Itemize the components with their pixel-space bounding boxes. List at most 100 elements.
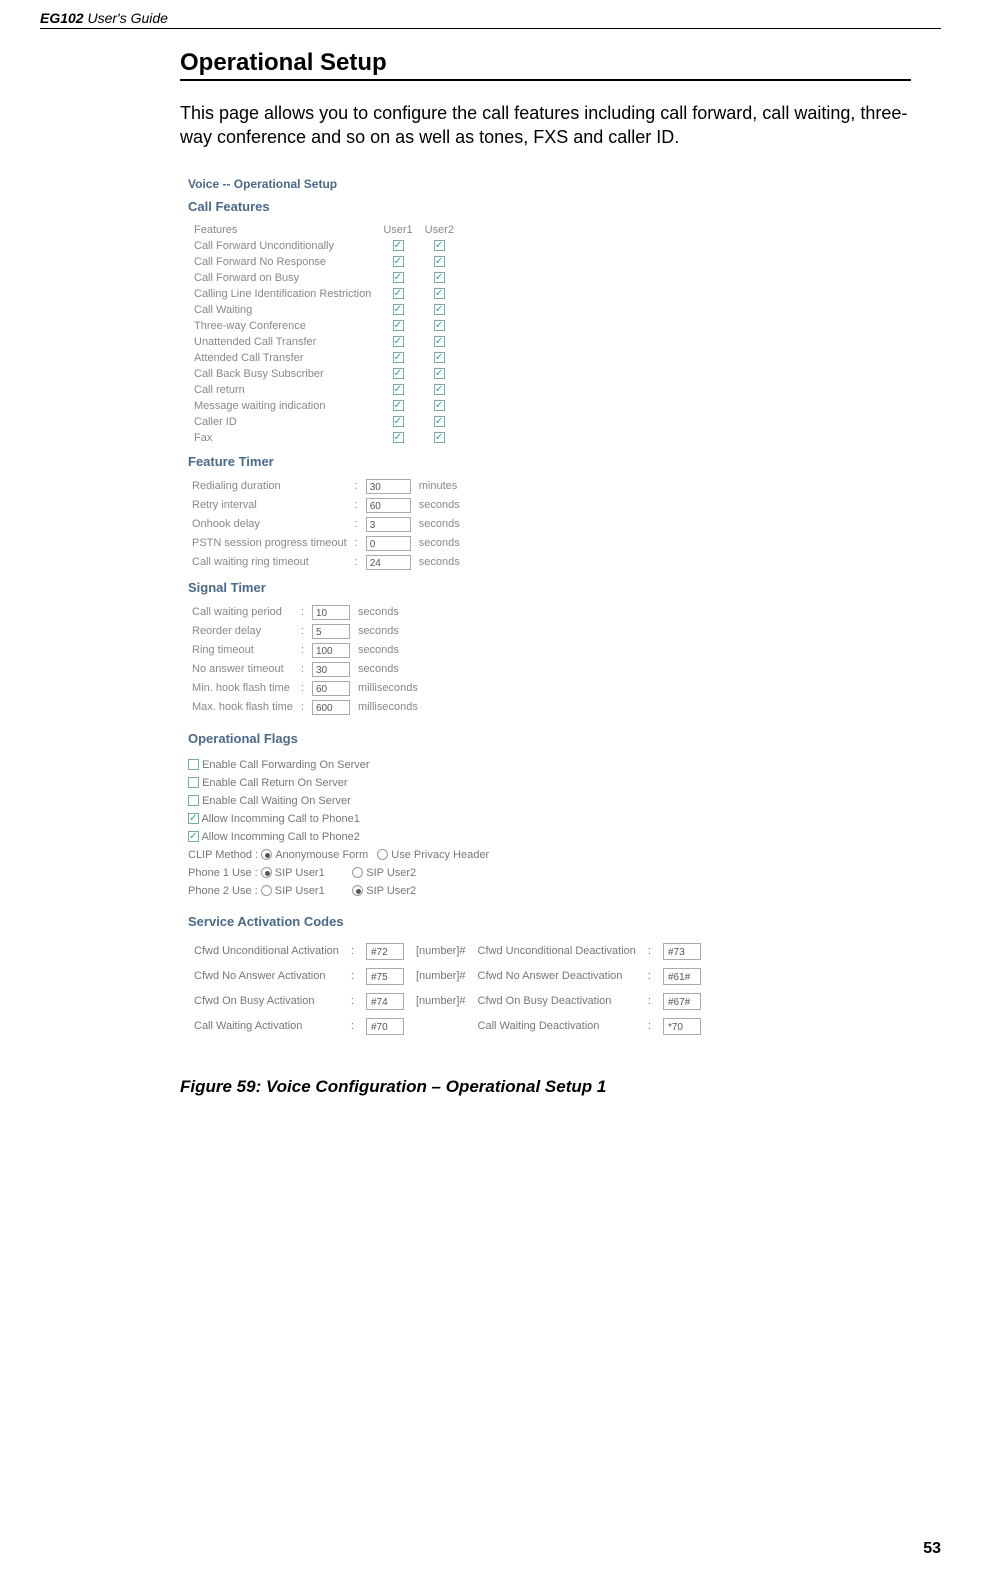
checkbox-user1[interactable]	[393, 416, 404, 427]
flag-row: Enable Call Return On Server	[188, 774, 800, 792]
phone2-label: Phone 2 Use :	[188, 885, 258, 897]
timer-label: PSTN session progress timeout	[188, 534, 351, 553]
flag-label: Enable Call Forwarding On Server	[202, 759, 370, 771]
svc-input[interactable]: #67#	[663, 993, 701, 1010]
timer-input[interactable]: 10	[312, 605, 350, 620]
colon: :	[345, 989, 360, 1014]
timer-input-cell: 5	[308, 622, 354, 641]
section-title: Operational Setup	[180, 49, 911, 81]
timer-input[interactable]: 600	[312, 700, 350, 715]
table-row: Call Forward No Response	[188, 254, 460, 270]
phone1-radio-user2[interactable]	[352, 867, 363, 878]
colon: :	[351, 477, 362, 496]
checkbox-user2[interactable]	[434, 272, 445, 283]
flag-checkbox[interactable]	[188, 759, 199, 770]
checkbox-user1[interactable]	[393, 320, 404, 331]
feature-user2-cell	[419, 366, 460, 382]
checkbox-user1[interactable]	[393, 256, 404, 267]
checkbox-user1[interactable]	[393, 336, 404, 347]
colon: :	[351, 515, 362, 534]
phone2-radio-user1[interactable]	[261, 885, 272, 896]
clip-method-row: CLIP Method : Anonymouse Form Use Privac…	[188, 846, 800, 864]
checkbox-user1[interactable]	[393, 432, 404, 443]
feature-label: Call Forward Unconditionally	[188, 238, 377, 254]
features-col-label: Features	[188, 222, 377, 238]
svc-input-cell: #61#	[657, 964, 707, 989]
svc-input[interactable]: #74	[366, 993, 404, 1010]
feature-user2-cell	[419, 254, 460, 270]
timer-input[interactable]: 30	[312, 662, 350, 677]
feature-label: Call Forward on Busy	[188, 270, 377, 286]
feature-user1-cell	[377, 286, 418, 302]
timer-input-cell: 3	[362, 515, 415, 534]
checkbox-user1[interactable]	[393, 400, 404, 411]
feature-label: Call Forward No Response	[188, 254, 377, 270]
svc-label-1: Cfwd On Busy Activation	[188, 989, 345, 1014]
timer-input[interactable]: 24	[366, 555, 411, 570]
clip-radio-anonymous[interactable]	[261, 849, 272, 860]
svc-input[interactable]: *70	[663, 1018, 701, 1035]
svc-input-cell: #73	[657, 939, 707, 964]
timer-input[interactable]: 3	[366, 517, 411, 532]
timer-input[interactable]: 60	[312, 681, 350, 696]
checkbox-user1[interactable]	[393, 352, 404, 363]
flag-checkbox[interactable]	[188, 777, 199, 788]
checkbox-user2[interactable]	[434, 416, 445, 427]
timer-input-cell: 60	[362, 496, 415, 515]
svc-input[interactable]: #61#	[663, 968, 701, 985]
table-row: Reorder delay:5seconds	[188, 622, 422, 641]
flag-row: Allow Incomming Call to Phone2	[188, 828, 800, 846]
svc-input[interactable]: #73	[663, 943, 701, 960]
flag-checkbox[interactable]	[188, 831, 199, 842]
feature-timer-table: Redialing duration:30minutesRetry interv…	[188, 477, 464, 572]
timer-label: No answer timeout	[188, 660, 297, 679]
colon: :	[297, 679, 308, 698]
checkbox-user1[interactable]	[393, 368, 404, 379]
clip-opt2: Use Privacy Header	[391, 849, 489, 861]
checkbox-user2[interactable]	[434, 368, 445, 379]
timer-input-cell: 24	[362, 553, 415, 572]
checkbox-user2[interactable]	[434, 256, 445, 267]
phone1-opt2: SIP User2	[366, 867, 416, 879]
timer-input[interactable]: 0	[366, 536, 411, 551]
colon: :	[642, 939, 657, 964]
flag-checkbox[interactable]	[188, 813, 199, 824]
feature-user2-cell	[419, 430, 460, 446]
checkbox-user2[interactable]	[434, 288, 445, 299]
flag-checkbox[interactable]	[188, 795, 199, 806]
checkbox-user2[interactable]	[434, 432, 445, 443]
checkbox-user1[interactable]	[393, 304, 404, 315]
timer-input[interactable]: 30	[366, 479, 411, 494]
timer-input[interactable]: 60	[366, 498, 411, 513]
checkbox-user2[interactable]	[434, 336, 445, 347]
table-row: Attended Call Transfer	[188, 350, 460, 366]
timer-unit: seconds	[354, 660, 422, 679]
svc-input[interactable]: #72	[366, 943, 404, 960]
flag-label: Enable Call Return On Server	[202, 777, 348, 789]
checkbox-user1[interactable]	[393, 288, 404, 299]
checkbox-user2[interactable]	[434, 240, 445, 251]
timer-input[interactable]: 5	[312, 624, 350, 639]
checkbox-user2[interactable]	[434, 400, 445, 411]
colon: :	[297, 660, 308, 679]
checkbox-user1[interactable]	[393, 384, 404, 395]
feature-label: Fax	[188, 430, 377, 446]
header-guide-text: User's Guide	[84, 10, 168, 26]
svc-input-cell: #72	[360, 939, 410, 964]
checkbox-user2[interactable]	[434, 304, 445, 315]
checkbox-user1[interactable]	[393, 272, 404, 283]
clip-radio-privacy[interactable]	[377, 849, 388, 860]
svc-suffix: [number]#	[410, 964, 472, 989]
checkbox-user1[interactable]	[393, 240, 404, 251]
checkbox-user2[interactable]	[434, 352, 445, 363]
phone1-radio-user1[interactable]	[261, 867, 272, 878]
feature-user1-cell	[377, 350, 418, 366]
svc-input[interactable]: #70	[366, 1018, 404, 1035]
feature-label: Unattended Call Transfer	[188, 334, 377, 350]
timer-input[interactable]: 100	[312, 643, 350, 658]
svc-input[interactable]: #75	[366, 968, 404, 985]
timer-unit: minutes	[415, 477, 464, 496]
phone2-radio-user2[interactable]	[352, 885, 363, 896]
checkbox-user2[interactable]	[434, 384, 445, 395]
checkbox-user2[interactable]	[434, 320, 445, 331]
